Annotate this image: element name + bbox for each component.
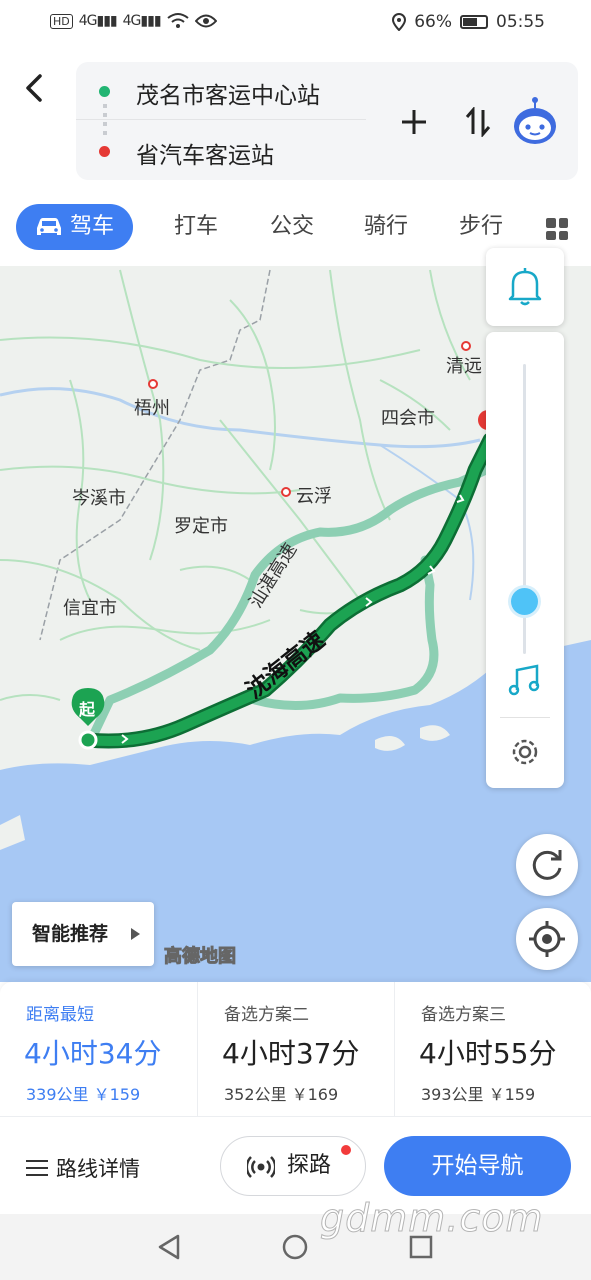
plan-time: 4小时37分 <box>222 1037 360 1070</box>
plan-meta: 393公里 ￥159 <box>421 1085 536 1104</box>
map-label-wuzhou: 梧州 <box>134 398 170 419</box>
start-location-row[interactable]: 茂名市客运中心站 <box>76 62 366 120</box>
start-navigation-label: 开始导航 <box>431 1153 524 1179</box>
route-plan-1[interactable]: 距离最短 4小时34分 339公里 ￥159 <box>0 982 196 1118</box>
plan-time: 4小时34分 <box>24 1037 162 1070</box>
plan-name: 备选方案二 <box>224 1005 309 1025</box>
map-label-cenxi: 岑溪市 <box>72 488 126 509</box>
back-triangle-icon[interactable] <box>154 1232 184 1262</box>
plan-meta: 339公里 ￥159 <box>26 1085 141 1104</box>
map-control-panel <box>486 332 564 788</box>
route-plan-2[interactable]: 备选方案二 4小时37分 352公里 ￥169 <box>197 982 393 1118</box>
route-details-button[interactable]: 路线详情 <box>26 1153 140 1183</box>
battery-percent: 66% <box>414 12 452 32</box>
sim2-label: 4G <box>122 13 142 29</box>
locate-button[interactable] <box>516 908 578 970</box>
add-waypoint-button[interactable] <box>392 102 436 142</box>
sim1-label: 4G <box>78 13 98 29</box>
notification-button[interactable] <box>486 248 564 326</box>
clock: 05:55 <box>496 12 545 32</box>
zoom-slider-knob[interactable] <box>511 587 538 615</box>
more-modes-grid-icon[interactable] <box>546 218 568 240</box>
crosshair-icon <box>529 921 565 957</box>
watermark: gdmm.com <box>320 1196 544 1241</box>
start-location-text: 茂名市客运中心站 <box>136 83 320 109</box>
smart-recommend-label: 智能推荐 <box>32 923 109 945</box>
wifi-icon <box>166 13 189 28</box>
plus-icon <box>402 110 426 134</box>
plan-name: 备选方案三 <box>421 1005 506 1025</box>
end-location-row[interactable]: 省汽车客运站 <box>76 122 366 180</box>
music-icon[interactable] <box>486 652 564 712</box>
swap-route-button[interactable] <box>456 102 500 142</box>
list-icon <box>26 1159 48 1177</box>
route-plan-3[interactable]: 备选方案三 4小时55分 393公里 ￥159 <box>394 982 590 1118</box>
plan-time: 4小时55分 <box>419 1037 557 1070</box>
refresh-button[interactable] <box>516 834 578 896</box>
eye-icon <box>194 14 217 28</box>
car-icon <box>37 218 61 235</box>
status-bar: HD 4G▮▮▮ 4G▮▮▮ 66% 05:55 <box>0 0 591 46</box>
hd-badge: HD <box>50 13 73 29</box>
map-label-luoding: 罗定市 <box>174 516 228 537</box>
robot-assistant-icon[interactable] <box>512 96 558 146</box>
route-plans: 距离最短 4小时34分 339公里 ￥159 备选方案二 4小时37分 352公… <box>0 982 591 1120</box>
map-provider-logo: 高德地图 <box>164 946 237 968</box>
swap-arrows-icon <box>465 105 491 139</box>
battery-icon <box>460 15 488 29</box>
tab-bus[interactable]: 公交 <box>270 204 314 250</box>
end-location-text: 省汽车客运站 <box>136 143 274 169</box>
start-dot-icon <box>99 86 110 97</box>
panel-divider <box>500 717 550 718</box>
map-label-sihui: 四会市 <box>381 408 435 429</box>
map-label-yunfu: 云浮 <box>296 486 332 507</box>
tab-walk[interactable]: 步行 <box>459 204 503 250</box>
notification-dot <box>341 1145 351 1155</box>
radar-icon <box>247 1156 275 1178</box>
smart-recommend-button[interactable]: 智能推荐 <box>12 902 154 966</box>
explore-route-label: 探路 <box>287 1153 332 1178</box>
explore-route-button[interactable]: 探路 <box>220 1136 366 1196</box>
route-details-label: 路线详情 <box>56 1157 140 1181</box>
gear-icon[interactable] <box>486 722 564 782</box>
tab-bike[interactable]: 骑行 <box>364 204 408 250</box>
bell-icon <box>508 268 542 306</box>
signal-icon-sim2: 4G▮▮▮ <box>122 13 162 29</box>
signal-icon-sim1: 4G▮▮▮ <box>78 13 118 29</box>
refresh-icon <box>532 850 562 880</box>
end-dot-icon <box>99 146 110 157</box>
transport-mode-tabs: 驾车 打车 公交 骑行 步行 <box>0 204 591 254</box>
tab-drive-label: 驾车 <box>70 214 115 239</box>
tab-bus-label: 公交 <box>270 214 315 239</box>
start-navigation-button[interactable]: 开始导航 <box>384 1136 571 1196</box>
tab-taxi[interactable]: 打车 <box>174 204 218 250</box>
tab-drive[interactable]: 驾车 <box>16 204 133 250</box>
chevron-left-icon <box>26 74 42 102</box>
start-marker-label: 起 <box>79 700 96 719</box>
triangle-right-icon <box>131 928 140 940</box>
home-circle-icon[interactable] <box>280 1232 310 1262</box>
back-button[interactable] <box>20 68 54 108</box>
tab-walk-label: 步行 <box>459 214 504 239</box>
tab-bike-label: 骑行 <box>364 214 409 239</box>
tab-taxi-label: 打车 <box>174 214 219 239</box>
plan-name: 距离最短 <box>26 1005 94 1025</box>
route-box: 茂名市客运中心站 省汽车客运站 <box>76 62 578 180</box>
map-label-xinyi: 信宜市 <box>63 598 117 619</box>
plan-meta: 352公里 ￥169 <box>224 1085 339 1104</box>
location-icon <box>392 13 407 31</box>
app: HD 4G▮▮▮ 4G▮▮▮ 66% 05:55 茂名市客运中心站 省汽车客运站 <box>0 0 591 1280</box>
map-label-qingyuan: 清远 <box>446 356 482 377</box>
